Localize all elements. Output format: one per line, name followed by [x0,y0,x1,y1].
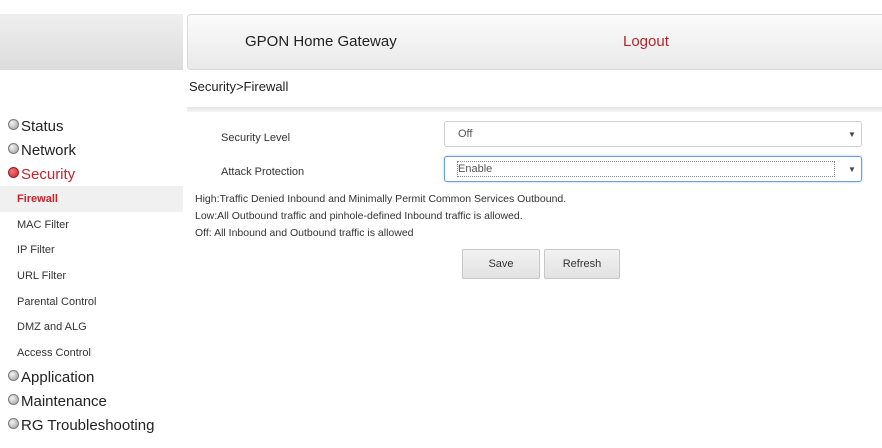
note-high: High:Traffic Denied Inbound and Minimall… [195,193,567,205]
header-bar: GPON Home Gateway Logout [187,14,882,70]
left-header-panel [0,14,183,70]
sidebar-item-status[interactable]: Status [0,114,183,138]
sidebar-item-application[interactable]: Application [0,366,183,390]
sidebar-item-rg-troubleshooting[interactable]: RG Troubleshooting [0,414,183,438]
sidebar: Status Network Security Firewall MAC Fil… [0,114,183,438]
sidebar-item-label: Application [21,369,95,387]
refresh-button[interactable]: Refresh [544,249,620,279]
sidebar-subitem-mac-filter[interactable]: MAC Filter [0,212,183,238]
note-low: Low:All Outbound traffic and pinhole-def… [195,210,523,222]
sidebar-item-security[interactable]: Security [0,162,183,186]
sidebar-item-maintenance[interactable]: Maintenance [0,390,183,414]
sidebar-subitem-url-filter[interactable]: URL Filter [0,263,183,289]
logout-link[interactable]: Logout [623,33,669,50]
expand-circle-icon [8,418,19,430]
breadcrumb: Security>Firewall [189,79,289,94]
chevron-down-icon: ▼ [848,129,856,139]
chevron-down-icon: ▼ [848,164,856,174]
sidebar-subitem-ip-filter[interactable]: IP Filter [0,237,183,263]
expand-circle-icon [8,370,19,382]
sidebar-item-label: Network [21,141,77,159]
security-level-select[interactable]: Off ▼ [444,121,862,147]
sidebar-item-label: Maintenance [21,393,107,411]
sidebar-subitem-access-control[interactable]: Access Control [0,340,183,366]
save-button[interactable]: Save [462,249,540,279]
expand-circle-icon [8,394,19,406]
attack-protection-value: Enable [458,163,493,175]
collapse-circle-icon [8,166,19,178]
security-level-label: Security Level [221,132,291,144]
focus-outline [457,161,835,177]
sidebar-subitem-parental-control[interactable]: Parental Control [0,289,183,315]
expand-circle-icon [8,142,19,154]
security-level-value: Off [458,128,473,140]
sidebar-subitem-firewall[interactable]: Firewall [0,186,183,212]
header-divider [187,107,882,112]
sidebar-item-label: Security [21,165,76,183]
attack-protection-select[interactable]: Enable ▼ [444,156,862,182]
sidebar-item-label: RG Troubleshooting [21,417,155,435]
expand-circle-icon [8,118,19,130]
sidebar-item-network[interactable]: Network [0,138,183,162]
attack-protection-label: Attack Protection [221,166,305,178]
note-off: Off: All Inbound and Outbound traffic is… [195,227,414,239]
sidebar-subitem-dmz-alg[interactable]: DMZ and ALG [0,314,183,340]
app-title: GPON Home Gateway [245,33,397,50]
sidebar-item-label: Status [21,117,64,135]
